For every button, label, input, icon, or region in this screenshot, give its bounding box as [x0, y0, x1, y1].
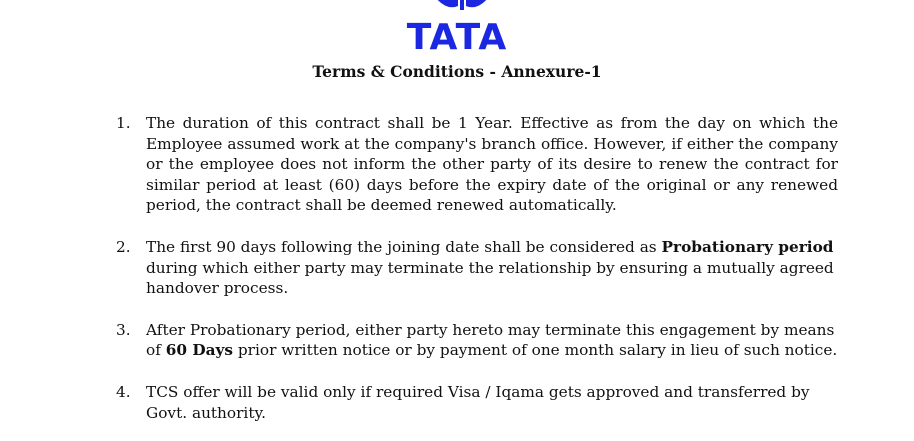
term-item-2: 2. The first 90 days following the joini… [116, 237, 838, 299]
term-number: 2. [116, 237, 131, 256]
term-text: After Probationary period, either party … [146, 320, 838, 361]
term-item-1: 1. The duration of this contract shall b… [116, 113, 838, 216]
term-number: 3. [116, 320, 131, 339]
term-text: TCS offer will be valid only if required… [146, 382, 810, 422]
term-item-4: 4. TCS offer will be valid only if requi… [116, 382, 838, 423]
term-number: 1. [116, 114, 131, 132]
term-text-part: prior written notice or by payment of on… [233, 341, 838, 360]
term-bold-text: 60 Days [165, 341, 234, 360]
term-text: The first 90 days following the joining … [146, 237, 838, 299]
page-title: Terms & Conditions - Annexure-1 [312, 62, 602, 81]
tata-emblem-icon [437, 0, 487, 10]
logo-wordmark: TATA [406, 17, 508, 58]
term-text: The duration of this contract shall be 1… [146, 114, 838, 215]
term-number: 4. [116, 382, 131, 401]
terms-list: 1. The duration of this contract shall b… [116, 113, 838, 423]
term-bold-text: Probationary period [661, 237, 834, 256]
term-text-part: The first 90 days following the joining … [146, 237, 662, 256]
term-item-3: 3. After Probationary period, either par… [116, 320, 838, 361]
company-logo: TATA [0, 0, 914, 60]
term-text-part: during which either party may terminate … [146, 258, 834, 298]
